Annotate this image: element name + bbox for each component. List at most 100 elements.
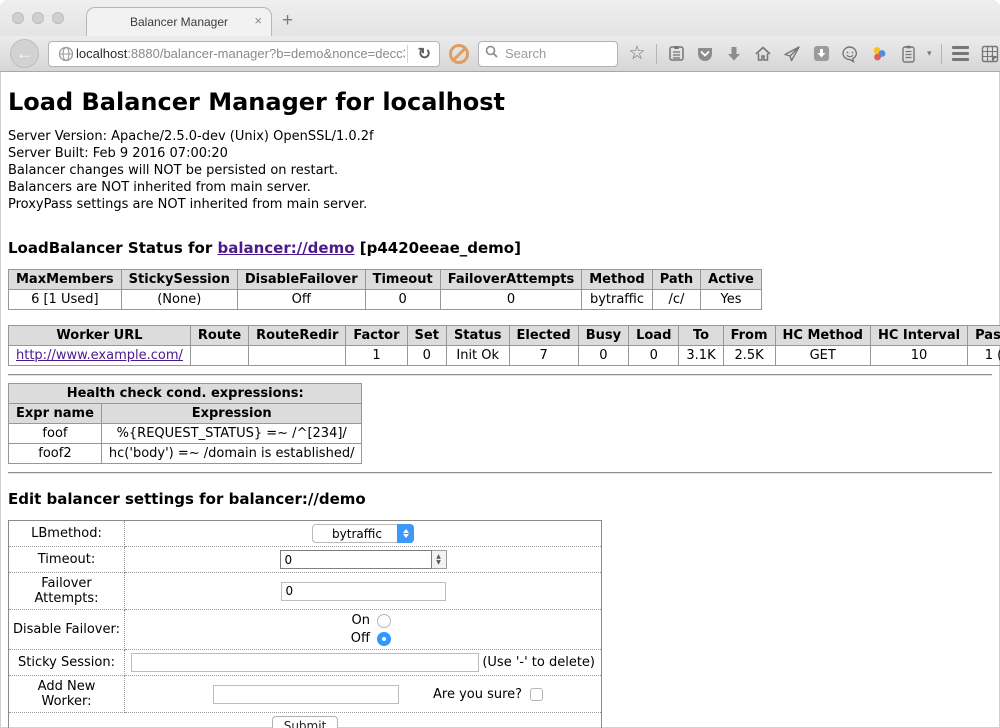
- col-failoverattempts: FailoverAttempts: [440, 270, 582, 290]
- col-path: Path: [652, 270, 700, 290]
- customize-grid-icon[interactable]: [980, 44, 1000, 64]
- globe-icon: [56, 44, 76, 64]
- cell-maxmembers: 6 [1 Used]: [9, 290, 122, 310]
- failover-attempts-label: Failover Attempts:: [9, 573, 125, 610]
- col-stickysession: StickySession: [121, 270, 237, 290]
- edit-settings-heading: Edit balancer settings for balancer://de…: [8, 490, 992, 508]
- sticky-session-input[interactable]: [131, 653, 479, 672]
- failover-attempts-input[interactable]: [281, 582, 446, 601]
- cell-route: [190, 346, 248, 366]
- worker-url-link[interactable]: http://www.example.com/: [16, 348, 183, 363]
- server-info: Server Version: Apache/2.5.0-dev (Unix) …: [8, 128, 992, 213]
- add-worker-input[interactable]: [213, 685, 399, 704]
- server-built: Server Built: Feb 9 2016 07:00:20: [8, 145, 992, 162]
- search-bar[interactable]: [478, 41, 618, 67]
- timeout-input[interactable]: [280, 550, 432, 569]
- navigation-toolbar: ← localhost:8880/balancer-manager?b=demo…: [0, 36, 1000, 72]
- edit-balancer-form: LBmethod: bytraffic Timeout: ▲▼: [8, 520, 602, 728]
- pocket-icon[interactable]: [695, 44, 715, 64]
- cell-stickysession: (None): [121, 290, 237, 310]
- server-version: Server Version: Apache/2.5.0-dev (Unix) …: [8, 128, 992, 145]
- health-check-title: Health check cond. expressions:: [9, 384, 362, 404]
- table-title-row: Health check cond. expressions:: [9, 384, 362, 404]
- sticky-session-label: Sticky Session:: [9, 650, 125, 676]
- form-row-lbmethod: LBmethod: bytraffic: [9, 521, 602, 547]
- form-row-failover-attempts: Failover Attempts:: [9, 573, 602, 610]
- worker-status-table: Worker URL Route RouteRedir Factor Set S…: [8, 325, 1000, 366]
- cell-expression: hc('body') =~ /domain is established/: [101, 444, 362, 464]
- add-worker-label: Add New Worker:: [9, 676, 125, 713]
- close-window-button[interactable]: [12, 12, 24, 24]
- table-row: foof %{REQUEST_STATUS} =~ /^[234]/: [9, 424, 362, 444]
- new-tab-button[interactable]: +: [282, 10, 293, 32]
- cell-from: 2.5K: [723, 346, 775, 366]
- addon-download-icon[interactable]: [811, 44, 831, 64]
- home-icon[interactable]: [753, 44, 773, 64]
- radio-off-label: Off: [351, 631, 370, 646]
- url-text[interactable]: localhost:8880/balancer-manager?b=demo&n…: [76, 46, 405, 61]
- col-factor: Factor: [346, 326, 407, 346]
- disable-failover-on-radio[interactable]: [377, 614, 391, 628]
- reload-button[interactable]: ↻: [410, 44, 439, 64]
- tab-title: Balancer Manager: [130, 15, 228, 29]
- cell-path: /c/: [652, 290, 700, 310]
- form-row-timeout: Timeout: ▲▼: [9, 547, 602, 573]
- lbmethod-selected-value: bytraffic: [323, 527, 397, 541]
- cell-passes: 1 (0): [968, 346, 1000, 366]
- cell-failoverattempts: 0: [440, 290, 582, 310]
- health-check-table: Health check cond. expressions: Expr nam…: [8, 383, 362, 464]
- bookmark-star-icon[interactable]: ☆: [627, 44, 647, 64]
- zoom-window-button[interactable]: [52, 12, 64, 24]
- form-row-sticky-session: Sticky Session: (Use '-' to delete): [9, 650, 602, 676]
- cell-elected: 7: [509, 346, 578, 366]
- send-plane-icon[interactable]: [782, 44, 802, 64]
- clipboard-list-icon[interactable]: [898, 44, 918, 64]
- cell-hc-method: GET: [775, 346, 870, 366]
- chevron-down-icon[interactable]: ▾: [927, 48, 932, 59]
- col-expression: Expression: [101, 404, 362, 424]
- col-elected: Elected: [509, 326, 578, 346]
- tab-balancer-manager[interactable]: Balancer Manager ×: [86, 7, 272, 36]
- cell-expr-name: foof2: [9, 444, 102, 464]
- timeout-label: Timeout:: [9, 547, 125, 573]
- lbmethod-label: LBmethod:: [9, 521, 125, 547]
- cell-disablefailover: Off: [237, 290, 365, 310]
- balancer-demo-link[interactable]: balancer://demo: [217, 239, 354, 257]
- form-row-submit: Submit: [9, 713, 602, 728]
- url-divider: [407, 45, 408, 63]
- page-content: Load Balancer Manager for localhost Serv…: [0, 88, 1000, 728]
- select-stepper-icon: [397, 524, 414, 543]
- col-timeout: Timeout: [365, 270, 440, 290]
- col-to: To: [679, 326, 723, 346]
- number-spinner-icon[interactable]: ▲▼: [432, 550, 447, 569]
- toolbar-separator: [656, 44, 657, 64]
- submit-button[interactable]: Submit: [272, 716, 339, 728]
- url-bar[interactable]: localhost:8880/balancer-manager?b=demo&n…: [48, 41, 440, 67]
- cell-method: bytraffic: [582, 290, 652, 310]
- downloads-icon[interactable]: [724, 44, 744, 64]
- tab-close-icon[interactable]: ×: [254, 13, 262, 28]
- col-passes: Passes: [968, 326, 1000, 346]
- divider: [8, 374, 992, 376]
- adblock-icon[interactable]: [449, 44, 469, 64]
- lbmethod-select[interactable]: bytraffic: [312, 524, 414, 543]
- feedback-smiley-icon[interactable]: [840, 44, 860, 64]
- reading-list-icon[interactable]: [666, 44, 686, 64]
- colored-dots-icon[interactable]: [869, 44, 889, 64]
- cell-factor: 1: [346, 346, 407, 366]
- table-row: foof2 hc('body') =~ /domain is establish…: [9, 444, 362, 464]
- page-title: Load Balancer Manager for localhost: [8, 88, 992, 116]
- back-button[interactable]: ←: [10, 39, 39, 68]
- are-you-sure-checkbox[interactable]: [530, 688, 543, 701]
- cell-set: 0: [407, 346, 446, 366]
- cell-load: 0: [629, 346, 679, 366]
- divider: [8, 472, 992, 474]
- disable-failover-off-radio[interactable]: [377, 632, 391, 646]
- col-load: Load: [629, 326, 679, 346]
- menu-hamburger-icon[interactable]: [951, 44, 971, 64]
- col-routeredir: RouteRedir: [249, 326, 346, 346]
- search-input[interactable]: [503, 45, 611, 62]
- col-method: Method: [582, 270, 652, 290]
- minimize-window-button[interactable]: [32, 12, 44, 24]
- cell-status: Init Ok: [446, 346, 509, 366]
